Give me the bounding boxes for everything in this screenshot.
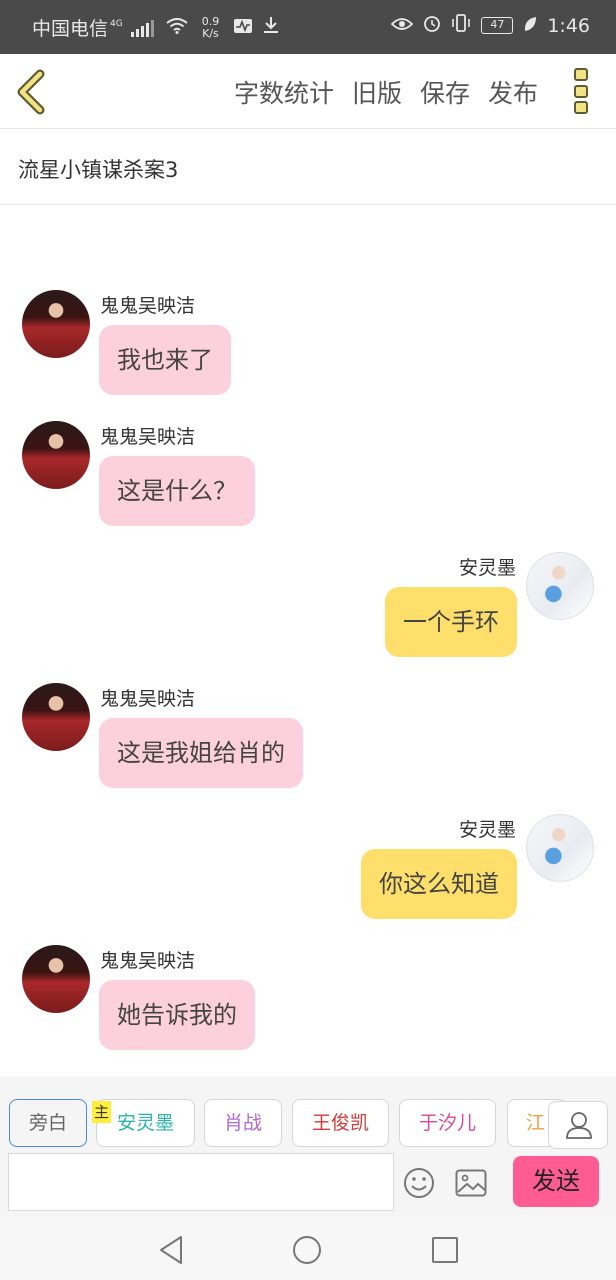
status-left: 中国电信 4G 0.9 K/s [32, 14, 279, 41]
wifi-icon [166, 17, 188, 39]
message-2: 鬼鬼吴映洁 这是什么？ [0, 421, 616, 531]
activity-icon [233, 17, 253, 39]
host-tag: 主 [92, 1101, 112, 1123]
back-button[interactable] [14, 68, 54, 116]
navigation-bar [0, 1220, 616, 1280]
sender-name: 安灵墨 [458, 557, 516, 579]
message-bubble[interactable]: 一个手环 [385, 587, 517, 657]
role-manage-button[interactable] [548, 1101, 608, 1149]
story-title: 流星小镇谋杀案3 [18, 158, 179, 182]
role-chip[interactable]: 肖战 [204, 1099, 282, 1147]
nav-recent-apps-icon[interactable] [432, 1237, 458, 1263]
sender-name: 鬼鬼吴映洁 [100, 950, 196, 972]
message-bubble[interactable]: 我也来了 [99, 325, 231, 395]
emoji-button[interactable] [403, 1167, 435, 1199]
top-bar: 字数统计 旧版 保存 发布 [0, 54, 616, 129]
message-bubble[interactable]: 她告诉我的 [99, 980, 255, 1050]
status-right: 47 1:46 [391, 14, 590, 37]
avatar[interactable] [526, 552, 594, 620]
role-narrator[interactable]: 旁白 [9, 1099, 87, 1147]
signal-icon [130, 19, 154, 37]
speed-value: 0.9 [201, 14, 220, 28]
alarm-icon [423, 14, 441, 37]
more-vertical-icon[interactable] [574, 68, 590, 114]
carrier-name: 中国电信 [32, 18, 109, 40]
image-icon [455, 1169, 487, 1197]
network-type: 4G [110, 18, 123, 29]
battery-icon: 47 [481, 17, 514, 34]
message-5: 安灵墨 你这么知道 [0, 814, 616, 924]
role-chip[interactable]: 于汐儿 [399, 1099, 496, 1147]
avatar[interactable] [22, 945, 90, 1013]
leaf-icon [523, 15, 537, 37]
speed-unit: K/s [202, 26, 219, 40]
clock-time: 1:46 [547, 14, 590, 37]
compose-panel: 旁白 安灵墨 肖战 王俊凯 于汐儿 江 主 发送 [0, 1077, 616, 1220]
message-bubble[interactable]: 这是什么？ [99, 456, 255, 526]
top-actions: 字数统计 旧版 保存 发布 [234, 74, 538, 110]
sender-name: 鬼鬼吴映洁 [100, 426, 196, 448]
send-button[interactable]: 发送 [513, 1156, 599, 1207]
vibrate-icon [451, 14, 471, 37]
nav-back-icon[interactable] [158, 1235, 184, 1265]
publish-button[interactable]: 发布 [488, 74, 538, 110]
message-4: 鬼鬼吴映洁 这是我姐给肖的 [0, 683, 616, 793]
message-6: 鬼鬼吴映洁 她告诉我的 [0, 945, 616, 1055]
image-button[interactable] [455, 1169, 487, 1197]
story-title-row[interactable]: 流星小镇谋杀案3 [0, 130, 616, 205]
message-bubble[interactable]: 你这么知道 [361, 849, 517, 919]
network-speed: 0.9 K/s [201, 14, 220, 40]
avatar[interactable] [526, 814, 594, 882]
sender-name: 鬼鬼吴映洁 [100, 688, 196, 710]
message-1: 鬼鬼吴映洁 我也来了 [0, 290, 616, 400]
role-chip[interactable]: 王俊凯 [292, 1099, 389, 1147]
user-icon [566, 1112, 592, 1139]
save-button[interactable]: 保存 [420, 74, 470, 110]
eye-icon [391, 15, 414, 37]
avatar[interactable] [22, 683, 90, 751]
sender-name: 鬼鬼吴映洁 [100, 295, 196, 317]
message-input[interactable] [8, 1153, 394, 1211]
word-count-button[interactable]: 字数统计 [234, 74, 334, 110]
nav-home-icon[interactable] [293, 1236, 321, 1264]
sender-name: 安灵墨 [458, 819, 516, 841]
status-bar: 中国电信 4G 0.9 K/s 47 1:46 [0, 0, 616, 54]
download-icon [263, 16, 279, 39]
chevron-left-icon [17, 69, 45, 115]
message-bubble[interactable]: 这是我姐给肖的 [99, 718, 303, 788]
old-version-button[interactable]: 旧版 [352, 74, 402, 110]
avatar[interactable] [22, 290, 90, 358]
message-3: 安灵墨 一个手环 [0, 552, 616, 662]
emoji-icon [404, 1168, 434, 1198]
avatar[interactable] [22, 421, 90, 489]
